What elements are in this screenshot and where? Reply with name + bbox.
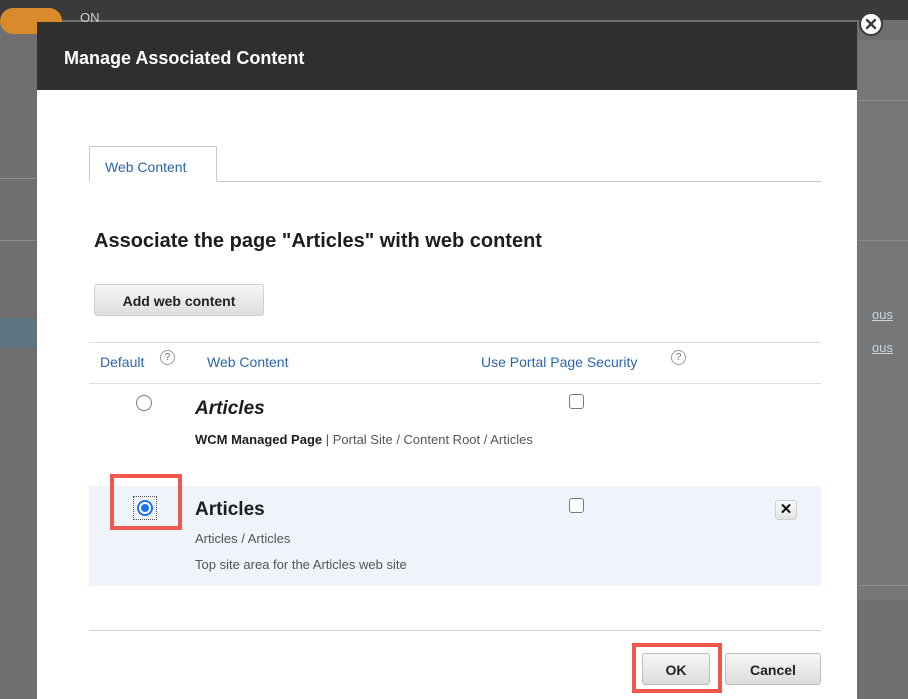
- row-1-separator: |: [322, 432, 333, 447]
- row-2-path: Articles / Articles: [195, 531, 291, 546]
- background-selected-band: [0, 318, 36, 348]
- manage-associated-content-dialog: Manage Associated Content Web Content As…: [37, 22, 857, 699]
- row-1-path: Portal Site / Content Root / Articles: [332, 432, 533, 447]
- default-radio-row-1[interactable]: [136, 395, 152, 411]
- remove-icon: ✕: [779, 501, 793, 518]
- page-heading: Associate the page "Articles" with web c…: [94, 230, 542, 252]
- portal-security-checkbox-row-1[interactable]: [569, 394, 584, 409]
- background-link: ous: [872, 340, 893, 355]
- tab-web-content-label: Web Content: [105, 159, 187, 175]
- background-link: ous: [872, 307, 893, 322]
- footer-divider: [89, 630, 821, 631]
- background-divider: [858, 585, 908, 586]
- row-1-type: WCM Managed Page: [195, 432, 323, 447]
- portal-security-checkbox-row-2[interactable]: [569, 498, 584, 513]
- close-icon: [865, 18, 877, 30]
- dialog-title: Manage Associated Content: [64, 48, 305, 68]
- close-dialog-button[interactable]: [859, 12, 883, 36]
- remove-row-button[interactable]: ✕: [775, 500, 797, 520]
- add-web-content-label: Add web content: [122, 293, 236, 309]
- background-divider: [858, 100, 908, 101]
- table-header-divider: [89, 383, 821, 384]
- table-top-border: [89, 342, 821, 343]
- background-top-bar: [0, 0, 908, 20]
- row-2-title: Articles: [195, 499, 265, 520]
- tab-web-content[interactable]: Web Content: [89, 146, 217, 182]
- highlight-annotation-ok: [632, 643, 722, 693]
- row-2-description: Top site area for the Articles web site: [195, 557, 407, 572]
- column-header-web-content: Web Content: [207, 354, 289, 370]
- column-header-portal-security: Use Portal Page Security: [481, 354, 638, 370]
- cancel-button-label: Cancel: [750, 662, 796, 678]
- cancel-button[interactable]: Cancel: [725, 653, 821, 685]
- column-header-default: Default: [100, 354, 145, 370]
- help-icon[interactable]: ?: [671, 350, 686, 365]
- highlight-annotation-radio: [110, 474, 182, 530]
- add-web-content-button[interactable]: Add web content: [94, 284, 264, 316]
- row-1-title: Articles: [195, 398, 265, 419]
- background-divider: [858, 240, 908, 241]
- background-divider: [0, 240, 36, 241]
- row-1-meta: WCM Managed Page | Portal Site / Content…: [195, 432, 533, 447]
- background-divider: [0, 178, 36, 179]
- help-icon[interactable]: ?: [160, 350, 175, 365]
- dialog-header: Manage Associated Content: [37, 22, 857, 90]
